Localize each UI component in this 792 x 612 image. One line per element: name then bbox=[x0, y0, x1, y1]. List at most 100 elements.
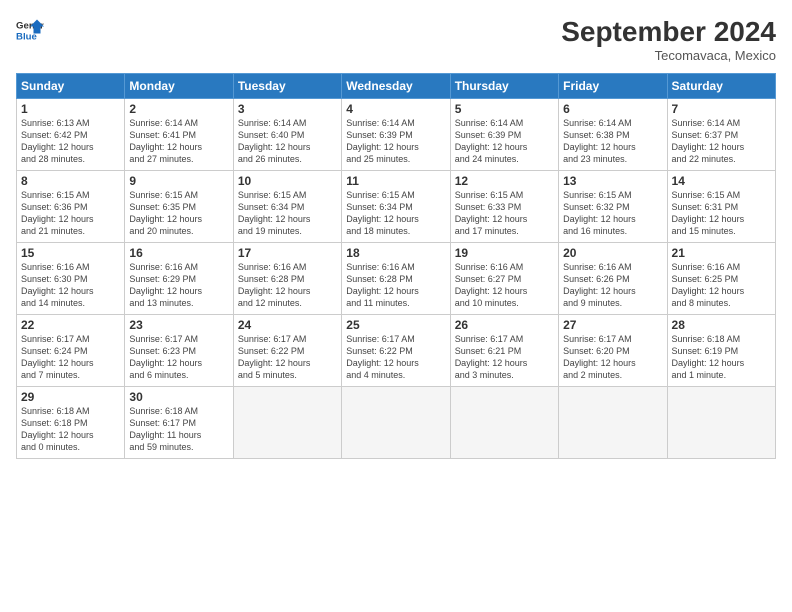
calendar-cell: 13Sunrise: 6:15 AM Sunset: 6:32 PM Dayli… bbox=[559, 171, 667, 243]
day-info: Sunrise: 6:14 AM Sunset: 6:37 PM Dayligh… bbox=[672, 117, 771, 166]
day-info: Sunrise: 6:17 AM Sunset: 6:24 PM Dayligh… bbox=[21, 333, 120, 382]
calendar-cell: 4Sunrise: 6:14 AM Sunset: 6:39 PM Daylig… bbox=[342, 99, 450, 171]
day-info: Sunrise: 6:14 AM Sunset: 6:40 PM Dayligh… bbox=[238, 117, 337, 166]
weekday-header-wednesday: Wednesday bbox=[342, 74, 450, 99]
day-info: Sunrise: 6:14 AM Sunset: 6:41 PM Dayligh… bbox=[129, 117, 228, 166]
day-number: 11 bbox=[346, 174, 445, 188]
day-info: Sunrise: 6:15 AM Sunset: 6:34 PM Dayligh… bbox=[238, 189, 337, 238]
calendar-cell: 14Sunrise: 6:15 AM Sunset: 6:31 PM Dayli… bbox=[667, 171, 775, 243]
calendar-cell: 24Sunrise: 6:17 AM Sunset: 6:22 PM Dayli… bbox=[233, 315, 341, 387]
weekday-header-saturday: Saturday bbox=[667, 74, 775, 99]
calendar-cell: 28Sunrise: 6:18 AM Sunset: 6:19 PM Dayli… bbox=[667, 315, 775, 387]
day-info: Sunrise: 6:14 AM Sunset: 6:39 PM Dayligh… bbox=[346, 117, 445, 166]
calendar-cell: 21Sunrise: 6:16 AM Sunset: 6:25 PM Dayli… bbox=[667, 243, 775, 315]
day-info: Sunrise: 6:18 AM Sunset: 6:19 PM Dayligh… bbox=[672, 333, 771, 382]
calendar-cell: 27Sunrise: 6:17 AM Sunset: 6:20 PM Dayli… bbox=[559, 315, 667, 387]
calendar-cell: 15Sunrise: 6:16 AM Sunset: 6:30 PM Dayli… bbox=[17, 243, 125, 315]
calendar-cell bbox=[667, 387, 775, 459]
day-info: Sunrise: 6:16 AM Sunset: 6:27 PM Dayligh… bbox=[455, 261, 554, 310]
day-number: 26 bbox=[455, 318, 554, 332]
day-number: 30 bbox=[129, 390, 228, 404]
day-number: 10 bbox=[238, 174, 337, 188]
day-info: Sunrise: 6:17 AM Sunset: 6:21 PM Dayligh… bbox=[455, 333, 554, 382]
day-number: 24 bbox=[238, 318, 337, 332]
day-number: 28 bbox=[672, 318, 771, 332]
calendar-cell: 25Sunrise: 6:17 AM Sunset: 6:22 PM Dayli… bbox=[342, 315, 450, 387]
day-info: Sunrise: 6:18 AM Sunset: 6:17 PM Dayligh… bbox=[129, 405, 228, 454]
calendar-cell: 2Sunrise: 6:14 AM Sunset: 6:41 PM Daylig… bbox=[125, 99, 233, 171]
calendar-cell: 16Sunrise: 6:16 AM Sunset: 6:29 PM Dayli… bbox=[125, 243, 233, 315]
header: General Blue September 2024 Tecomavaca, … bbox=[16, 16, 776, 63]
day-info: Sunrise: 6:15 AM Sunset: 6:35 PM Dayligh… bbox=[129, 189, 228, 238]
day-number: 8 bbox=[21, 174, 120, 188]
calendar-cell: 7Sunrise: 6:14 AM Sunset: 6:37 PM Daylig… bbox=[667, 99, 775, 171]
calendar-cell: 30Sunrise: 6:18 AM Sunset: 6:17 PM Dayli… bbox=[125, 387, 233, 459]
day-number: 20 bbox=[563, 246, 662, 260]
day-number: 15 bbox=[21, 246, 120, 260]
calendar-cell: 20Sunrise: 6:16 AM Sunset: 6:26 PM Dayli… bbox=[559, 243, 667, 315]
day-number: 2 bbox=[129, 102, 228, 116]
day-info: Sunrise: 6:16 AM Sunset: 6:26 PM Dayligh… bbox=[563, 261, 662, 310]
calendar-cell: 17Sunrise: 6:16 AM Sunset: 6:28 PM Dayli… bbox=[233, 243, 341, 315]
day-number: 3 bbox=[238, 102, 337, 116]
day-info: Sunrise: 6:14 AM Sunset: 6:38 PM Dayligh… bbox=[563, 117, 662, 166]
weekday-header-monday: Monday bbox=[125, 74, 233, 99]
day-info: Sunrise: 6:17 AM Sunset: 6:22 PM Dayligh… bbox=[346, 333, 445, 382]
calendar-cell: 11Sunrise: 6:15 AM Sunset: 6:34 PM Dayli… bbox=[342, 171, 450, 243]
day-number: 4 bbox=[346, 102, 445, 116]
calendar-table: SundayMondayTuesdayWednesdayThursdayFrid… bbox=[16, 73, 776, 459]
day-info: Sunrise: 6:17 AM Sunset: 6:23 PM Dayligh… bbox=[129, 333, 228, 382]
day-info: Sunrise: 6:15 AM Sunset: 6:32 PM Dayligh… bbox=[563, 189, 662, 238]
day-number: 18 bbox=[346, 246, 445, 260]
day-info: Sunrise: 6:15 AM Sunset: 6:34 PM Dayligh… bbox=[346, 189, 445, 238]
logo-icon: General Blue bbox=[16, 16, 44, 44]
logo: General Blue bbox=[16, 16, 44, 44]
day-info: Sunrise: 6:16 AM Sunset: 6:28 PM Dayligh… bbox=[346, 261, 445, 310]
day-info: Sunrise: 6:16 AM Sunset: 6:30 PM Dayligh… bbox=[21, 261, 120, 310]
day-info: Sunrise: 6:15 AM Sunset: 6:33 PM Dayligh… bbox=[455, 189, 554, 238]
day-number: 27 bbox=[563, 318, 662, 332]
calendar-cell: 29Sunrise: 6:18 AM Sunset: 6:18 PM Dayli… bbox=[17, 387, 125, 459]
day-info: Sunrise: 6:15 AM Sunset: 6:36 PM Dayligh… bbox=[21, 189, 120, 238]
day-number: 22 bbox=[21, 318, 120, 332]
calendar-cell: 9Sunrise: 6:15 AM Sunset: 6:35 PM Daylig… bbox=[125, 171, 233, 243]
day-number: 9 bbox=[129, 174, 228, 188]
calendar-cell: 19Sunrise: 6:16 AM Sunset: 6:27 PM Dayli… bbox=[450, 243, 558, 315]
day-number: 5 bbox=[455, 102, 554, 116]
day-number: 23 bbox=[129, 318, 228, 332]
day-number: 1 bbox=[21, 102, 120, 116]
day-number: 7 bbox=[672, 102, 771, 116]
day-info: Sunrise: 6:16 AM Sunset: 6:29 PM Dayligh… bbox=[129, 261, 228, 310]
calendar-cell: 5Sunrise: 6:14 AM Sunset: 6:39 PM Daylig… bbox=[450, 99, 558, 171]
day-info: Sunrise: 6:18 AM Sunset: 6:18 PM Dayligh… bbox=[21, 405, 120, 454]
day-info: Sunrise: 6:15 AM Sunset: 6:31 PM Dayligh… bbox=[672, 189, 771, 238]
day-info: Sunrise: 6:13 AM Sunset: 6:42 PM Dayligh… bbox=[21, 117, 120, 166]
day-info: Sunrise: 6:17 AM Sunset: 6:20 PM Dayligh… bbox=[563, 333, 662, 382]
day-info: Sunrise: 6:16 AM Sunset: 6:28 PM Dayligh… bbox=[238, 261, 337, 310]
title-block: September 2024 Tecomavaca, Mexico bbox=[561, 16, 776, 63]
day-number: 21 bbox=[672, 246, 771, 260]
calendar-cell: 6Sunrise: 6:14 AM Sunset: 6:38 PM Daylig… bbox=[559, 99, 667, 171]
calendar-cell: 10Sunrise: 6:15 AM Sunset: 6:34 PM Dayli… bbox=[233, 171, 341, 243]
calendar-cell bbox=[342, 387, 450, 459]
weekday-header-friday: Friday bbox=[559, 74, 667, 99]
day-number: 14 bbox=[672, 174, 771, 188]
calendar-cell: 22Sunrise: 6:17 AM Sunset: 6:24 PM Dayli… bbox=[17, 315, 125, 387]
calendar-cell bbox=[450, 387, 558, 459]
day-number: 29 bbox=[21, 390, 120, 404]
day-number: 16 bbox=[129, 246, 228, 260]
calendar-cell bbox=[233, 387, 341, 459]
weekday-header-tuesday: Tuesday bbox=[233, 74, 341, 99]
day-number: 17 bbox=[238, 246, 337, 260]
day-number: 12 bbox=[455, 174, 554, 188]
location: Tecomavaca, Mexico bbox=[561, 48, 776, 63]
month-title: September 2024 bbox=[561, 16, 776, 48]
calendar-cell: 18Sunrise: 6:16 AM Sunset: 6:28 PM Dayli… bbox=[342, 243, 450, 315]
calendar-cell: 12Sunrise: 6:15 AM Sunset: 6:33 PM Dayli… bbox=[450, 171, 558, 243]
calendar-cell: 8Sunrise: 6:15 AM Sunset: 6:36 PM Daylig… bbox=[17, 171, 125, 243]
day-number: 25 bbox=[346, 318, 445, 332]
day-info: Sunrise: 6:16 AM Sunset: 6:25 PM Dayligh… bbox=[672, 261, 771, 310]
day-info: Sunrise: 6:17 AM Sunset: 6:22 PM Dayligh… bbox=[238, 333, 337, 382]
calendar-cell: 23Sunrise: 6:17 AM Sunset: 6:23 PM Dayli… bbox=[125, 315, 233, 387]
day-number: 19 bbox=[455, 246, 554, 260]
